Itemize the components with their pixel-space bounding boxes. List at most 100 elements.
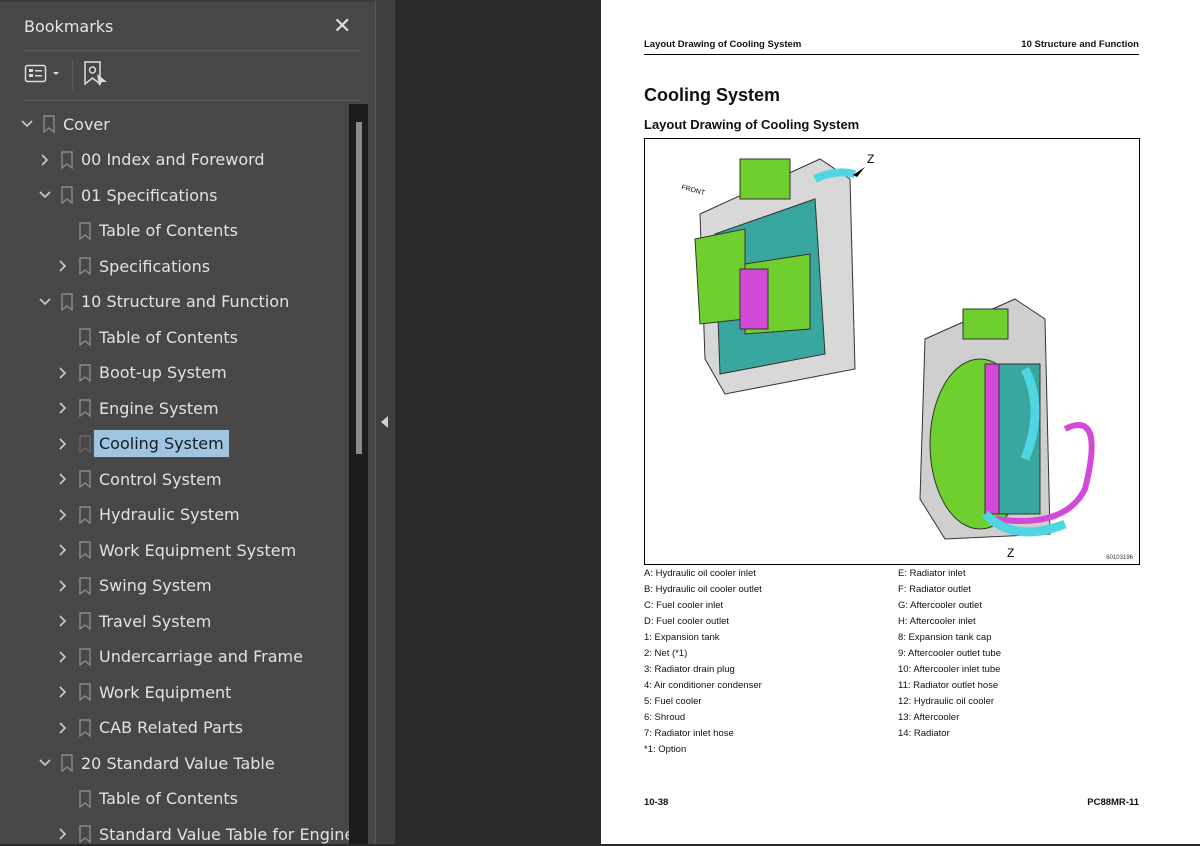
chevron-down-icon[interactable] bbox=[38, 188, 52, 202]
chevron-right-icon[interactable] bbox=[56, 685, 70, 699]
chevron-right-icon[interactable] bbox=[56, 508, 70, 522]
bookmark-item[interactable]: Control System bbox=[0, 462, 349, 496]
bookmark-item[interactable]: Cover bbox=[0, 107, 349, 141]
bookmark-icon bbox=[79, 399, 91, 417]
legend-item: 2: Net (*1) bbox=[644, 646, 762, 662]
bookmark-label: 01 Specifications bbox=[76, 182, 223, 209]
bookmark-label: Cover bbox=[58, 111, 115, 138]
divider bbox=[24, 100, 360, 101]
bookmark-icon bbox=[79, 719, 91, 737]
pdf-page: Layout Drawing of Cooling System 10 Stru… bbox=[601, 0, 1200, 844]
bookmark-tree: Cover 00 Index and Foreword 01 Specificati… bbox=[0, 106, 349, 846]
legend-item: H: Aftercooler inlet bbox=[898, 614, 1001, 630]
chevron-down-icon[interactable] bbox=[20, 117, 34, 131]
bookmark-item[interactable]: Specifications bbox=[0, 249, 349, 283]
chevron-down-icon[interactable] bbox=[38, 295, 52, 309]
bookmark-label: Work Equipment bbox=[94, 679, 236, 706]
find-current-bookmark-icon bbox=[83, 60, 109, 88]
bookmark-label: Cooling System bbox=[94, 430, 229, 457]
toolbar-separator bbox=[72, 60, 73, 90]
collapse-panel-button[interactable] bbox=[375, 0, 395, 844]
chevron-right-icon[interactable] bbox=[56, 827, 70, 841]
bookmark-item[interactable]: Hydraulic System bbox=[0, 498, 349, 532]
bookmark-icon bbox=[79, 825, 91, 843]
chevron-right-icon[interactable] bbox=[56, 472, 70, 486]
bookmark-icon bbox=[79, 470, 91, 488]
scrollbar-thumb[interactable] bbox=[356, 122, 362, 454]
chevron-right-icon[interactable] bbox=[56, 366, 70, 380]
chevron-right-icon[interactable] bbox=[56, 579, 70, 593]
legend-item: 4: Air conditioner condenser bbox=[644, 678, 762, 694]
legend-item: G: Aftercooler outlet bbox=[898, 598, 1001, 614]
bookmark-item[interactable]: Undercarriage and Frame bbox=[0, 640, 349, 674]
bookmark-icon bbox=[79, 435, 91, 453]
chevron-right-icon[interactable] bbox=[56, 401, 70, 415]
chevron-right-icon[interactable] bbox=[56, 437, 70, 451]
legend-item: *1: Option bbox=[644, 742, 762, 758]
bookmark-icon bbox=[79, 222, 91, 240]
bookmark-item[interactable]: 10 Structure and Function bbox=[0, 285, 349, 319]
bookmark-item[interactable]: 20 Standard Value Table bbox=[0, 746, 349, 780]
bookmark-icon bbox=[61, 754, 73, 772]
bookmark-item[interactable]: Travel System bbox=[0, 604, 349, 638]
bookmark-icon bbox=[79, 683, 91, 701]
legend-item: 6: Shroud bbox=[644, 710, 762, 726]
bookmark-icon bbox=[79, 257, 91, 275]
legend-item: F: Radiator outlet bbox=[898, 582, 1001, 598]
bookmark-item[interactable]: Swing System bbox=[0, 569, 349, 603]
bookmark-item[interactable]: Standard Value Table for Engine bbox=[0, 817, 349, 846]
chevron-right-icon[interactable] bbox=[38, 153, 52, 167]
legend-item: 1: Expansion tank bbox=[644, 630, 762, 646]
bookmark-item[interactable]: 00 Index and Foreword bbox=[0, 143, 349, 177]
bookmark-label: CAB Related Parts bbox=[94, 714, 248, 741]
bookmark-item[interactable]: Boot-up System bbox=[0, 356, 349, 390]
figure-label-front: FRONT bbox=[680, 184, 706, 197]
bookmark-label: 20 Standard Value Table bbox=[76, 750, 280, 777]
list-options-icon bbox=[24, 62, 60, 86]
bookmark-item[interactable]: 01 Specifications bbox=[0, 178, 349, 212]
bookmark-label: 10 Structure and Function bbox=[76, 288, 294, 315]
legend-left: A: Hydraulic oil cooler inletB: Hydrauli… bbox=[644, 566, 762, 758]
bookmark-item[interactable]: CAB Related Parts bbox=[0, 711, 349, 745]
legend-item: 11: Radiator outlet hose bbox=[898, 678, 1001, 694]
bookmark-item[interactable]: Work Equipment System bbox=[0, 533, 349, 567]
bookmarks-panel: Bookmarks ✕ Cover00 Index and Foreword01… bbox=[0, 0, 375, 844]
bookmark-item[interactable]: Cooling System bbox=[0, 427, 349, 461]
bookmark-label: Undercarriage and Frame bbox=[94, 643, 308, 670]
close-icon[interactable]: ✕ bbox=[333, 14, 351, 39]
bookmark-item[interactable]: Engine System bbox=[0, 391, 349, 425]
chevron-down-icon[interactable] bbox=[38, 756, 52, 770]
header-left: Layout Drawing of Cooling System bbox=[644, 39, 801, 50]
bookmark-icon bbox=[61, 151, 73, 169]
bookmark-label: Engine System bbox=[94, 395, 224, 422]
chevron-right-icon[interactable] bbox=[56, 614, 70, 628]
page-number: 10-38 bbox=[644, 797, 668, 808]
legend-item: 5: Fuel cooler bbox=[644, 694, 762, 710]
bookmark-item[interactable]: Work Equipment bbox=[0, 675, 349, 709]
chevron-right-icon[interactable] bbox=[56, 259, 70, 273]
bookmark-label: Specifications bbox=[94, 253, 215, 280]
bookmark-icon bbox=[79, 541, 91, 559]
page-subtitle: Layout Drawing of Cooling System bbox=[644, 117, 859, 132]
bookmark-icon bbox=[79, 506, 91, 524]
bookmark-label: Travel System bbox=[94, 608, 216, 635]
bookmark-icon bbox=[79, 328, 91, 346]
legend-item: C: Fuel cooler inlet bbox=[644, 598, 762, 614]
bookmark-item[interactable]: Table of Contents bbox=[0, 214, 349, 248]
bookmark-label: Swing System bbox=[94, 572, 217, 599]
chevron-right-icon[interactable] bbox=[56, 721, 70, 735]
find-current-bookmark-button[interactable] bbox=[83, 60, 109, 88]
bookmark-item[interactable]: Table of Contents bbox=[0, 320, 349, 354]
options-button[interactable] bbox=[24, 60, 60, 88]
chevron-right-icon[interactable] bbox=[56, 543, 70, 557]
bookmark-item[interactable]: Table of Contents bbox=[0, 782, 349, 816]
bookmark-label: Standard Value Table for Engine bbox=[94, 821, 349, 846]
legend-item: D: Fuel cooler outlet bbox=[644, 614, 762, 630]
legend-item: 8: Expansion tank cap bbox=[898, 630, 1001, 646]
bookmark-label: Hydraulic System bbox=[94, 501, 245, 528]
bookmark-label: Table of Contents bbox=[94, 217, 243, 244]
cooling-system-drawing: Z Z FRONT bbox=[645, 139, 1139, 564]
chevron-right-icon[interactable] bbox=[56, 650, 70, 664]
divider bbox=[24, 50, 360, 51]
figure-label-z: Z bbox=[867, 152, 874, 166]
